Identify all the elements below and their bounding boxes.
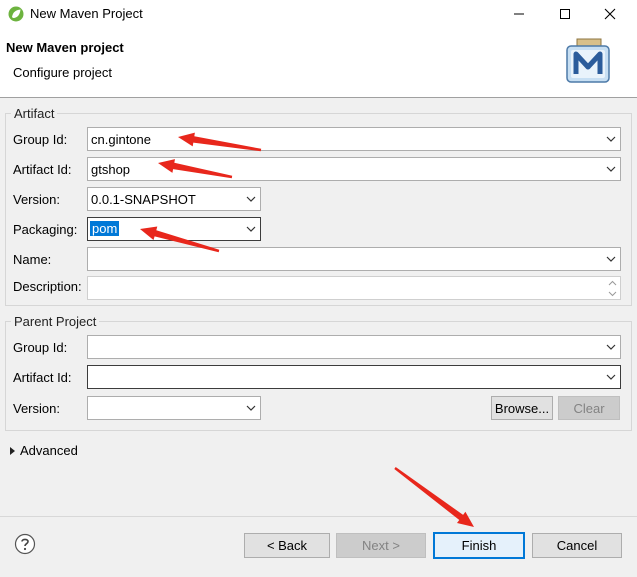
page-title: New Maven project <box>6 40 124 55</box>
minimize-icon <box>514 13 524 15</box>
chevron-down-icon <box>246 226 256 232</box>
close-icon <box>604 8 616 20</box>
chevron-down-icon <box>606 344 616 350</box>
group-id-label: Group Id: <box>13 132 68 147</box>
chevron-down-icon <box>606 136 616 142</box>
artifact-id-combo[interactable]: gtshop <box>87 157 621 181</box>
version-value: 0.0.1-SNAPSHOT <box>91 192 196 207</box>
finish-button[interactable]: Finish <box>433 532 525 559</box>
chevron-down-icon <box>606 166 616 172</box>
group-id-combo[interactable]: cn.gintone <box>87 127 621 151</box>
parent-version-label: Version: <box>13 401 60 416</box>
description-label: Description: <box>13 279 82 294</box>
chevron-down-icon <box>606 374 616 380</box>
cancel-button[interactable]: Cancel <box>532 533 622 558</box>
maximize-button[interactable] <box>545 0 585 28</box>
chevron-right-icon[interactable] <box>8 446 18 456</box>
close-button[interactable] <box>590 0 630 28</box>
minimize-button[interactable] <box>499 0 539 28</box>
artifact-group-legend: Artifact <box>11 106 58 121</box>
browse-button[interactable]: Browse... <box>491 396 553 420</box>
packaging-label: Packaging: <box>13 222 78 237</box>
clear-button[interactable]: Clear <box>558 396 620 420</box>
next-button[interactable]: Next > <box>336 533 426 558</box>
chevron-down-icon <box>246 405 256 411</box>
scroll-up-icon[interactable] <box>607 279 618 288</box>
group-id-value: cn.gintone <box>91 132 151 147</box>
chevron-down-icon <box>246 196 256 202</box>
advanced-toggle[interactable]: Advanced <box>20 443 78 458</box>
parent-group-id-label: Group Id: <box>13 340 68 355</box>
parent-artifact-id-label: Artifact Id: <box>13 370 72 385</box>
arrow-finish <box>394 467 474 527</box>
name-combo[interactable] <box>87 247 621 271</box>
chevron-down-icon <box>606 256 616 262</box>
scroll-down-icon[interactable] <box>607 289 618 298</box>
description-textarea[interactable] <box>87 276 621 300</box>
maven-m-icon <box>566 38 610 83</box>
footer-separator <box>0 516 637 517</box>
parent-group-id-combo[interactable] <box>87 335 621 359</box>
wizard-header <box>0 28 637 98</box>
page-subtitle: Configure project <box>13 65 112 80</box>
maximize-icon <box>560 9 570 19</box>
version-label: Version: <box>13 192 60 207</box>
parent-artifact-id-combo[interactable] <box>87 365 621 389</box>
version-combo[interactable]: 0.0.1-SNAPSHOT <box>87 187 261 211</box>
spring-leaf-icon <box>8 6 24 22</box>
parent-project-legend: Parent Project <box>11 314 100 329</box>
packaging-value: pom <box>90 221 120 236</box>
parent-version-combo[interactable] <box>87 396 261 420</box>
help-question-icon[interactable] <box>14 533 36 555</box>
window-title: New Maven Project <box>30 6 143 21</box>
name-label: Name: <box>13 252 52 267</box>
packaging-combo[interactable]: pom <box>87 217 261 241</box>
back-button[interactable]: < Back <box>244 533 330 558</box>
artifact-id-value: gtshop <box>91 162 131 177</box>
artifact-id-label: Artifact Id: <box>13 162 72 177</box>
